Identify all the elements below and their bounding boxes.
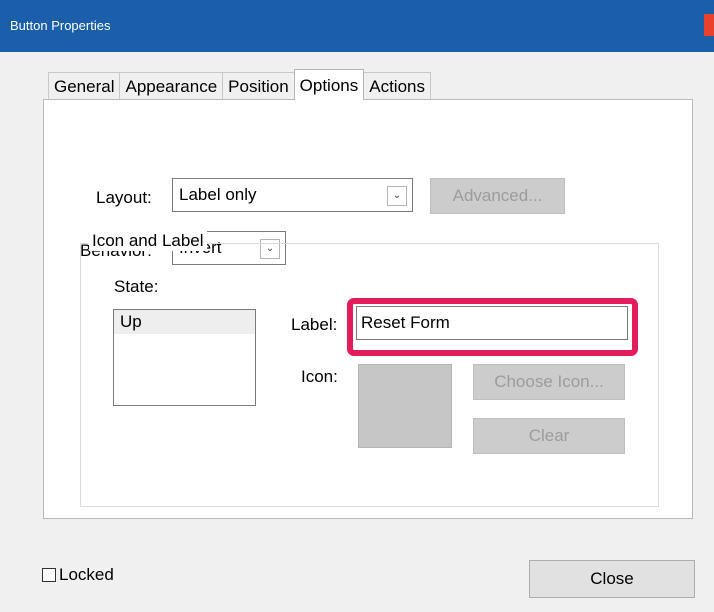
window-close-button[interactable] <box>704 14 714 36</box>
list-item[interactable]: Up <box>114 310 255 334</box>
title-bar[interactable]: Button Properties <box>0 0 714 52</box>
tab-general[interactable]: General <box>48 72 121 100</box>
window-title: Button Properties <box>10 18 111 33</box>
state-label: State: <box>114 277 159 296</box>
chevron-down-icon: ⌄ <box>387 186 407 206</box>
advanced-button[interactable]: Advanced... <box>430 178 565 214</box>
tab-position[interactable]: Position <box>222 72 295 100</box>
layout-select[interactable]: Label only ⌄ <box>172 178 413 212</box>
icon-label: Icon: <box>301 367 338 386</box>
icon-and-label-group: Icon and Label State: Up Label: Reset Fo… <box>80 231 659 507</box>
state-list[interactable]: Up <box>113 309 256 406</box>
locked-label: Locked <box>59 565 114 584</box>
layout-value: Label only <box>179 185 257 204</box>
choose-icon-button[interactable]: Choose Icon... <box>473 364 625 400</box>
dialog-body: General Appearance Position Options Acti… <box>0 52 714 612</box>
label-input[interactable]: Reset Form <box>356 306 628 340</box>
clear-button[interactable]: Clear <box>473 418 625 454</box>
group-title: Icon and Label <box>89 231 207 251</box>
tab-actions[interactable]: Actions <box>363 72 431 100</box>
label-field-label: Label: <box>291 315 338 334</box>
tab-bar: General Appearance Position Options Acti… <box>48 69 431 100</box>
tab-appearance[interactable]: Appearance <box>119 72 224 100</box>
locked-checkbox-row[interactable]: Locked <box>42 565 114 585</box>
options-panel: Layout: Label only ⌄ Advanced... Behavio… <box>43 99 693 519</box>
locked-checkbox[interactable] <box>42 568 56 582</box>
close-button[interactable]: Close <box>529 560 695 598</box>
layout-label: Layout: <box>96 188 152 207</box>
tab-options[interactable]: Options <box>293 69 365 100</box>
icon-preview <box>358 364 452 448</box>
